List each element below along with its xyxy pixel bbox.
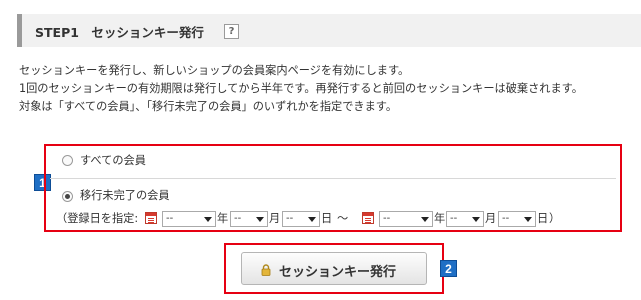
to-month-select[interactable]: --	[446, 211, 484, 227]
radio-all-members-label: すべての会員	[80, 154, 146, 167]
page-title: STEP1 セッションキー発行	[35, 25, 204, 40]
to-year-select[interactable]: --	[379, 211, 433, 227]
description-line: 1回のセッションキーの有効期限は発行してから半年です。再発行すると前回のセッショ…	[19, 82, 583, 95]
target-options-box: すべての会員 移行未完了の会員 （登録日を指定: -- 年 -- 月 -- 日 …	[44, 144, 622, 232]
issue-session-key-button[interactable]: セッションキー発行	[241, 252, 427, 285]
range-separator: ～	[337, 212, 349, 225]
to-day-select[interactable]: --	[498, 211, 536, 227]
radio-incomplete-members-label: 移行未完了の会員	[80, 189, 170, 202]
date-prefix: （登録日を指定:	[56, 212, 139, 225]
divider	[50, 178, 616, 179]
from-year-select[interactable]: --	[162, 211, 216, 227]
unit-year: 年	[434, 212, 446, 225]
calendar-icon[interactable]	[145, 212, 157, 224]
issue-button-label: セッションキー発行	[279, 265, 397, 280]
unit-month: 月	[485, 212, 497, 225]
date-suffix: ）	[549, 212, 561, 225]
description-line: セッションキーを発行し、新しいショップの会員案内ページを有効にします。	[19, 64, 410, 77]
radio-all-members[interactable]	[62, 155, 73, 166]
issue-button-highlight: セッションキー発行	[224, 243, 444, 294]
unit-month: 月	[269, 212, 281, 225]
annotation-badge-2: 2	[440, 260, 457, 277]
calendar-icon[interactable]	[362, 212, 374, 224]
question-icon[interactable]: ?	[224, 24, 239, 39]
from-day-select[interactable]: --	[282, 211, 320, 227]
description-line: 対象は「すべての会員」、「移行未完了の会員」のいずれかを指定できます。	[19, 100, 398, 113]
unit-year: 年	[217, 212, 229, 225]
radio-incomplete-members[interactable]	[62, 191, 73, 202]
unit-day: 日	[321, 212, 333, 225]
from-month-select[interactable]: --	[230, 211, 268, 227]
lock-icon	[261, 264, 271, 276]
description: セッションキーを発行し、新しいショップの会員案内ページを有効にします。 1回のセ…	[19, 62, 583, 116]
unit-day: 日	[537, 212, 549, 225]
step-header: STEP1 セッションキー発行 ?	[17, 14, 641, 47]
